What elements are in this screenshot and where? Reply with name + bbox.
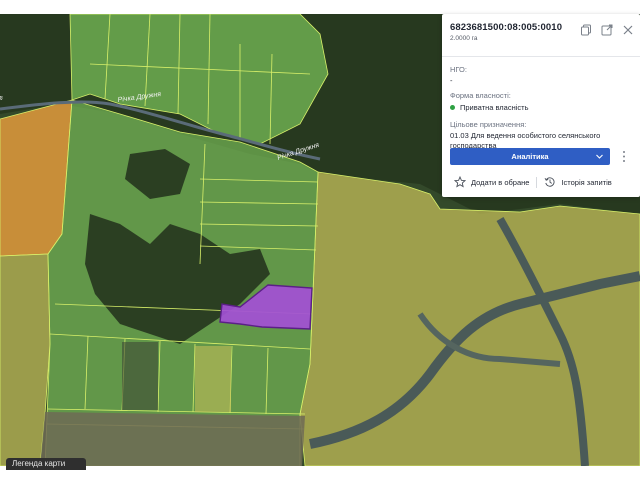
star-icon (454, 176, 466, 188)
card-header-actions (580, 24, 634, 36)
footer-separator (536, 176, 538, 188)
history-icon (545, 177, 555, 187)
card-header: 6823681500:08:005:0010 2.0000 га (450, 22, 562, 42)
ownership-value: Приватна власність (460, 103, 529, 112)
ngo-label: НГО: (450, 65, 467, 74)
card-footer-actions: Додати в обране Історія запитів (454, 175, 612, 189)
dark-subparcel[interactable] (122, 342, 158, 410)
purpose-label: Цільове призначення: (450, 120, 527, 129)
card-divider (442, 56, 640, 57)
kebab-menu-icon[interactable] (620, 149, 628, 164)
analytics-button[interactable]: Аналітика (450, 148, 610, 165)
ownership-value-row: Приватна власність (450, 103, 529, 112)
ownership-label: Форма власності: (450, 91, 511, 100)
request-history-label: Історія запитів (561, 177, 612, 187)
ngo-value: - (450, 76, 453, 85)
ownership-status-dot (450, 104, 455, 110)
external-link-icon[interactable] (601, 24, 613, 36)
yellow-parcels-right[interactable] (299, 171, 640, 466)
bottom-band (0, 466, 640, 480)
add-to-favorites-button[interactable]: Додати в обране (454, 176, 529, 188)
chevron-down-icon (596, 154, 603, 159)
request-history-button[interactable]: Історія запитів (544, 176, 612, 188)
yellow-subparcel[interactable] (195, 346, 231, 412)
parcel-info-card: 6823681500:08:005:0010 2.0000 га НГО: - … (442, 14, 640, 197)
orange-parcel[interactable] (0, 99, 73, 257)
cadastral-number: 6823681500:08:005:0010 (450, 22, 563, 33)
close-icon[interactable] (622, 24, 634, 36)
add-to-favorites-label: Додати в обране (471, 177, 530, 187)
map-legend-button[interactable]: Легенда карти (6, 458, 86, 470)
analytics-button-label: Аналітика (511, 152, 549, 161)
yellow-parcels-left[interactable] (0, 253, 51, 466)
parcel-area: 2.0000 га (450, 35, 478, 42)
copy-icon[interactable] (580, 24, 592, 36)
